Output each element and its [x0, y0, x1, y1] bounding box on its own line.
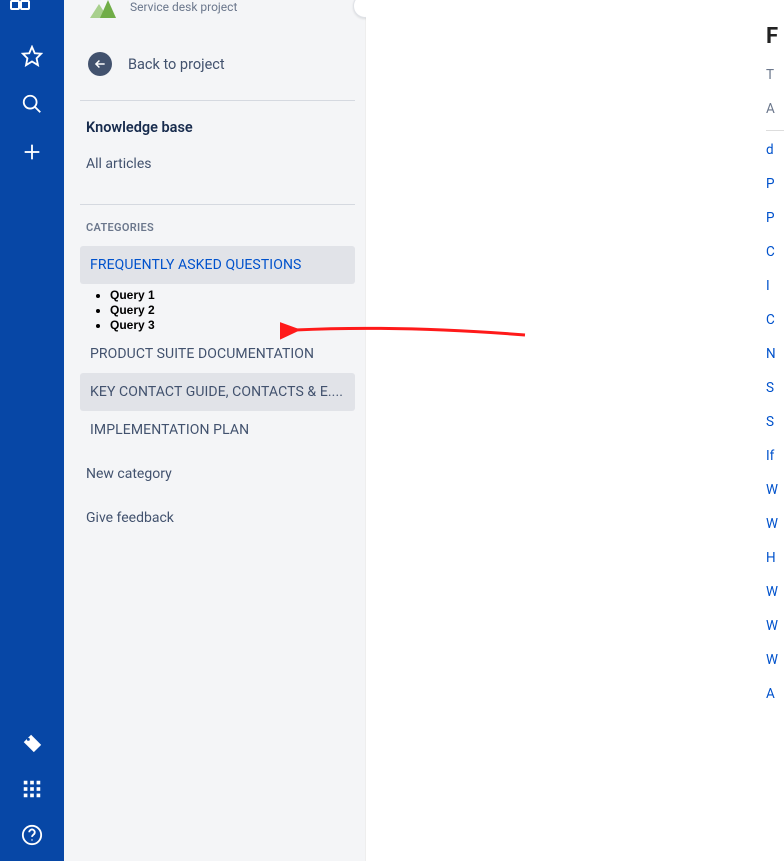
article-link-peek[interactable]: P	[762, 201, 784, 235]
new-category-link[interactable]: New category	[80, 455, 355, 493]
faq-query-item: Query 2	[110, 303, 355, 318]
back-arrow-icon	[88, 52, 112, 76]
category-item[interactable]: KEY CONTACT GUIDE, CONTACTS & E....	[80, 373, 355, 411]
kb-title: Knowledge base	[80, 119, 355, 136]
star-icon[interactable]	[20, 44, 44, 68]
main-content: F TAdPPCICNSSIfWWHWWWA	[366, 0, 784, 861]
article-link-peek[interactable]: S	[762, 405, 784, 439]
back-label: Back to project	[128, 56, 225, 73]
category-item[interactable]: PRODUCT SUITE DOCUMENTATION	[80, 335, 355, 373]
project-header[interactable]: Service desk project	[80, 0, 355, 30]
article-link-peek[interactable]: W	[762, 609, 784, 643]
article-link-peek[interactable]: d	[762, 133, 784, 167]
article-link-peek[interactable]: W	[762, 473, 784, 507]
article-link-peek[interactable]: C	[762, 303, 784, 337]
global-nav-rail	[0, 0, 64, 861]
search-icon[interactable]	[20, 92, 44, 116]
kb-all-articles[interactable]: All articles	[80, 156, 355, 172]
faq-query-item: Query 1	[110, 288, 355, 303]
article-link-peek[interactable]: P	[762, 167, 784, 201]
article-link-peek: A	[762, 92, 784, 126]
categories-heading: CATEGORIES	[80, 205, 355, 246]
article-link-peek[interactable]: W	[762, 643, 784, 677]
article-link-peek[interactable]: C	[762, 235, 784, 269]
tag-icon[interactable]	[20, 731, 44, 755]
article-list-peek: F TAdPPCICNSSIfWWHWWWA	[762, 0, 784, 861]
project-sidebar: Service desk project Back to project Kno…	[64, 0, 366, 861]
article-link-peek[interactable]: I	[762, 269, 784, 303]
divider	[766, 130, 784, 131]
article-link-peek[interactable]: W	[762, 575, 784, 609]
project-type-label: Service desk project	[130, 0, 237, 14]
article-link-peek[interactable]: A	[762, 677, 784, 711]
article-link-peek[interactable]: W	[762, 507, 784, 541]
project-avatar	[90, 0, 116, 20]
article-link-peek[interactable]: If	[762, 439, 784, 473]
help-icon[interactable]	[20, 823, 44, 847]
category-item[interactable]: FREQUENTLY ASKED QUESTIONS	[80, 246, 355, 284]
headline-letter: F	[762, 24, 784, 49]
plus-icon[interactable]	[20, 140, 44, 164]
faq-query-item: Query 3	[110, 318, 355, 333]
article-link-peek: T	[762, 49, 784, 92]
back-to-project[interactable]: Back to project	[80, 42, 355, 86]
faq-queries: Query 1Query 2Query 3	[80, 284, 355, 335]
article-link-peek[interactable]: S	[762, 371, 784, 405]
article-link-peek[interactable]: N	[762, 337, 784, 371]
category-item[interactable]: IMPLEMENTATION PLAN	[80, 411, 355, 449]
give-feedback-link[interactable]: Give feedback	[80, 499, 355, 537]
appswitcher-icon[interactable]	[20, 777, 44, 801]
article-link-peek[interactable]: H	[762, 541, 784, 575]
product-switcher-icon[interactable]	[20, 0, 44, 8]
